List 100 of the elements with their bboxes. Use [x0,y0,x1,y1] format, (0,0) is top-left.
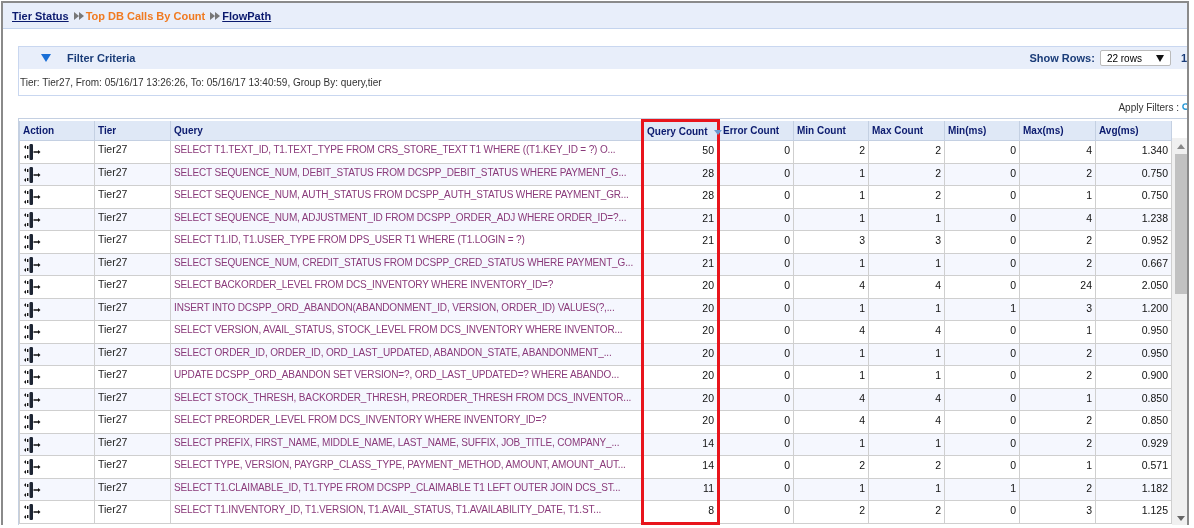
tier-cell: Tier27 [94,410,171,433]
column-header[interactable]: Error Count [718,120,794,141]
scrollbar[interactable] [1172,138,1187,525]
number-cell: 2 [868,500,945,523]
query-cell[interactable]: SELECT PREFIX, FIRST_NAME, MIDDLE_NAME, LAST_NAME, SUFFIX, JOB_TITLE, COMPANY_... [170,433,643,456]
flow-arrow-icon[interactable] [23,481,41,498]
number-cell: 1 [793,185,869,208]
number-cell: 21 [642,253,719,276]
number-cell: 2 [868,455,945,478]
number-cell: 21 [642,208,719,231]
column-header[interactable]: Max(ms) [1019,120,1096,141]
flow-arrow-icon[interactable] [23,346,41,363]
scroll-down-icon[interactable] [1177,515,1185,521]
filter-summary: Tier: Tier27, From: 05/16/17 13:26:26, To: 05/16/17 13:40:59, Group By: query,tier [19,75,383,90]
number-cell: 8 [642,500,719,523]
number-cell: 0 [718,275,794,298]
number-cell: 4 [793,275,869,298]
number-cell: 2.050 [1095,275,1172,298]
number-cell: 0 [718,185,794,208]
number-cell: 0 [718,455,794,478]
number-cell: 2 [1019,410,1096,433]
flow-arrow-icon[interactable] [23,414,41,430]
number-cell: 0 [944,500,1020,523]
number-cell: 4 [1019,140,1096,163]
query-cell[interactable]: SELECT SEQUENCE_NUM, ADJUSTMENT_ID FROM DCSPP_ORDER_ADJ WHERE ORDER_ID=?... [170,208,643,231]
breadcrumb-link[interactable]: Tier Status [12,9,69,22]
number-cell: 0 [944,455,1020,478]
flow-arrow-icon[interactable] [23,391,41,408]
number-cell: 14 [642,433,719,456]
number-cell: 1 [793,365,869,388]
number-cell: 20 [642,388,719,411]
column-header[interactable]: Avg(ms) [1095,120,1172,141]
number-cell: 20 [642,343,719,366]
number-cell: 28 [642,163,719,186]
number-cell: 20 [642,298,719,321]
number-cell: 0 [944,275,1020,298]
number-cell: 0.952 [1095,230,1172,253]
flow-arrow-icon[interactable] [23,279,41,295]
number-cell: 0.750 [1095,185,1172,208]
flow-arrow-icon[interactable] [23,234,41,250]
number-cell: 1 [1019,185,1096,208]
query-cell[interactable]: INSERT INTO DCSPP_ORD_ABANDON(ABANDONMENT_ID, VERSION, ORDER_ID) VALUES(?,... [170,298,643,321]
query-cell[interactable]: SELECT STOCK_THRESH, BACKORDER_THRESH, PREORDER_THRESH FROM DCS_INVENTOR... [170,388,643,411]
flow-arrow-icon[interactable] [23,324,41,340]
number-cell: 0 [718,410,794,433]
double-arrow-icon [73,11,84,20]
tier-cell: Tier27 [94,140,171,163]
query-cell[interactable]: SELECT T1.CLAIMABLE_ID, T1.TYPE FROM DCSPP_CLAIMABLE T1 LEFT OUTER JOIN DCS_ST... [170,478,643,501]
flow-arrow-icon[interactable] [23,189,41,205]
flow-arrow-icon[interactable] [23,301,41,318]
number-cell: 1.125 [1095,500,1172,523]
number-cell: 3 [868,230,945,253]
column-header[interactable]: Min Count [793,120,869,141]
number-cell: 0 [944,140,1020,163]
breadcrumb-link[interactable]: FlowPath [222,9,272,22]
number-cell: 1 [1019,455,1096,478]
flow-arrow-icon[interactable] [23,369,41,385]
flow-arrow-icon[interactable] [23,166,41,183]
column-header[interactable]: Max Count [868,120,945,141]
column-header[interactable]: Action [19,120,95,141]
number-cell: 0.900 [1095,365,1172,388]
number-cell: 24 [1019,275,1096,298]
column-header[interactable]: Min(ms) [944,120,1020,141]
collapse-triangle-icon[interactable] [41,53,51,63]
number-cell: 4 [868,410,945,433]
number-cell: 0 [718,230,794,253]
flow-arrow-icon[interactable] [23,459,41,475]
page-number[interactable]: 1 [1180,52,1187,64]
number-cell: 0.950 [1095,320,1172,343]
show-rows-select[interactable]: 22 rows [1099,50,1171,66]
number-cell: 0.571 [1095,455,1172,478]
tier-cell: Tier27 [94,185,171,208]
tier-cell: Tier27 [94,320,171,343]
number-cell: 11 [642,478,719,501]
query-cell[interactable]: SELECT SEQUENCE_NUM, CREDIT_STATUS FROM DCSPP_CRED_STATUS WHERE PAYMENT_G... [170,253,643,276]
number-cell: 0 [944,410,1020,433]
query-cell[interactable]: SELECT ORDER_ID, ORDER_ID, ORD_LAST_UPDATED, ABANDON_STATE, ABANDONMENT_... [170,343,643,366]
number-cell: 0 [718,500,794,523]
number-cell: 0.850 [1095,410,1172,433]
number-cell: 4 [793,410,869,433]
tier-cell: Tier27 [94,275,171,298]
tier-cell: Tier27 [94,230,171,253]
flow-arrow-icon[interactable] [23,504,41,520]
scroll-up-icon[interactable] [1177,144,1185,149]
flow-arrow-icon[interactable] [23,436,41,453]
number-cell: 1 [868,365,945,388]
flow-arrow-icon[interactable] [23,256,41,273]
number-cell: 0 [944,230,1020,253]
number-cell: 1.340 [1095,140,1172,163]
column-header[interactable]: Tier [94,120,171,141]
column-header[interactable]: Query [170,120,643,141]
number-cell: 2 [1019,365,1096,388]
query-cell[interactable]: SELECT SEQUENCE_NUM, DEBIT_STATUS FROM DCSPP_DEBIT_STATUS WHERE PAYMENT_G... [170,163,643,186]
flow-arrow-icon[interactable] [23,144,41,160]
flow-arrow-icon[interactable] [23,211,41,228]
number-cell: 2 [1019,230,1096,253]
column-header[interactable]: Query Count [642,120,719,141]
number-cell: 1 [1019,320,1096,343]
double-arrow-icon [210,11,221,20]
number-cell: 3 [793,230,869,253]
